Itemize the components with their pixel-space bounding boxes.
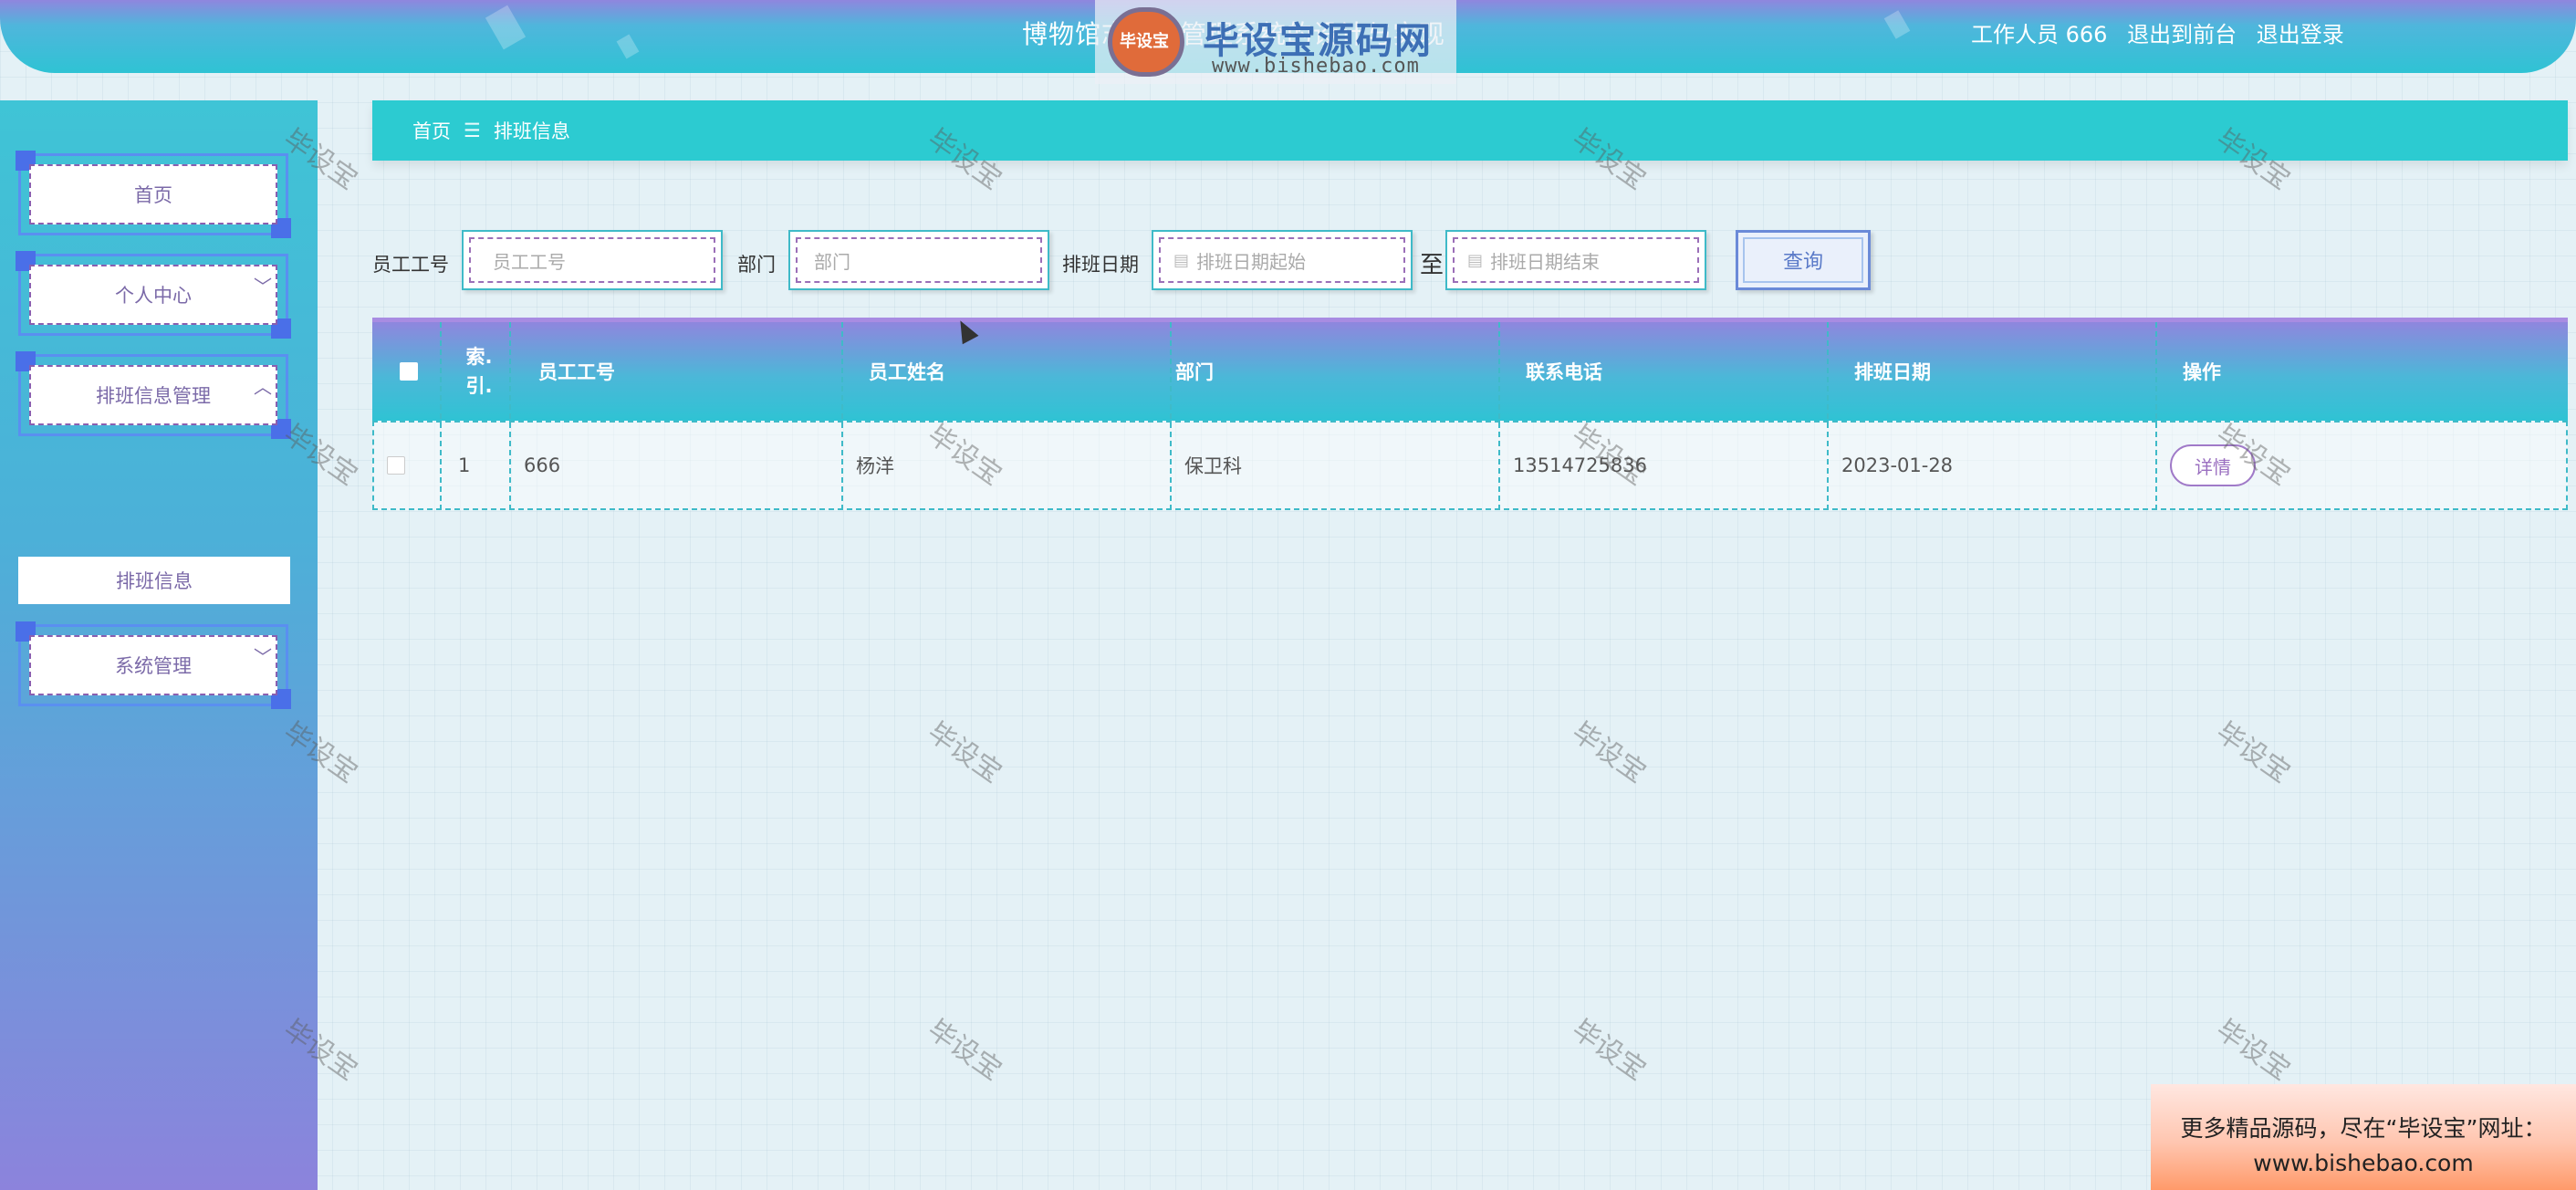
watermark-text: 毕设宝 — [1566, 715, 1652, 790]
watermark-text: 毕设宝 — [1566, 1013, 1652, 1088]
department-label: 部门 — [737, 254, 776, 276]
chevron-down-icon: ﹀ — [254, 646, 272, 668]
cell-schedule-date: 2023-01-28 — [1841, 454, 1954, 476]
date-range-separator: 至 — [1420, 252, 1444, 279]
employee-no-input[interactable]: 员工工号 — [469, 237, 715, 283]
column-divider — [1498, 322, 1500, 510]
header-actions: 操作 — [2183, 361, 2221, 383]
sidebar-item-home[interactable]: 首页 — [16, 151, 291, 238]
table-header — [372, 322, 2568, 421]
schedule-table: 索. 引. 员工工号 员工姓名 部门 联系电话 排班日期 操作 1 666 杨洋… — [372, 318, 2568, 510]
sidebar-subitem-schedule-info[interactable]: 排班信息 — [18, 557, 290, 604]
cell-employee-no: 666 — [524, 454, 561, 476]
header-employee-name: 员工姓名 — [869, 361, 945, 383]
calendar-icon: ▤ — [1173, 250, 1190, 270]
search-form: 员工工号 员工工号 部门 部门 排班日期 ▤ 排班日期起始 至 ▤ 排班日期结束… — [372, 230, 1924, 294]
department-field[interactable]: 部门 — [788, 230, 1049, 290]
header-index-line: 引. — [465, 375, 493, 397]
watermark-text: 毕设宝 — [2210, 715, 2296, 790]
sidebar: 首页 个人中心 ﹀ 排班信息管理 ︿ 排班信息 系统管理 ﹀ — [0, 100, 318, 1190]
watermark-logo: 毕设宝 毕设宝源码网 www.bishebao.com — [1095, 0, 1456, 84]
date-label: 排班日期 — [1062, 254, 1139, 276]
sidebar-item-system-management[interactable]: 系统管理 ﹀ — [16, 621, 291, 709]
logo-url: www.bishebao.com — [1212, 55, 1420, 78]
calendar-icon: ▤ — [1467, 250, 1484, 270]
header-department: 部门 — [1175, 361, 1214, 383]
watermark-text: 毕设宝 — [922, 715, 1007, 790]
promo-line-1: 更多精品源码，尽在“毕设宝”网址： — [2180, 1115, 2547, 1142]
watermark-text: 毕设宝 — [922, 1013, 1007, 1088]
chevron-down-icon: ﹀ — [254, 276, 272, 298]
employee-no-field[interactable]: 员工工号 — [462, 230, 723, 290]
breadcrumb: 首页 ☰ 排班信息 — [372, 100, 2568, 161]
sidebar-item-label: 个人中心 — [29, 265, 277, 325]
cell-employee-name: 杨洋 — [856, 455, 894, 477]
column-divider — [1827, 322, 1829, 510]
employee-no-label: 员工工号 — [372, 254, 449, 276]
logo-emblem-icon: 毕设宝 — [1108, 7, 1184, 77]
watermark-text: 毕设宝 — [2210, 1013, 2296, 1088]
header-user-area: 工作人员 666 退出到前台 退出登录 — [1971, 16, 2357, 48]
header-decoration — [616, 34, 640, 59]
sidebar-item-schedule-management[interactable]: 排班信息管理 ︿ — [16, 351, 291, 439]
header-employee-no: 员工工号 — [538, 361, 615, 383]
cell-index: 1 — [458, 454, 471, 476]
sidebar-item-personal-center[interactable]: 个人中心 ﹀ — [16, 251, 291, 339]
detail-button[interactable]: 详情 — [2170, 444, 2256, 486]
query-button[interactable]: 查询 — [1736, 230, 1871, 290]
logo-emblem-text: 毕设宝 — [1120, 32, 1169, 51]
header-phone: 联系电话 — [1526, 361, 1602, 383]
promo-banner: 更多精品源码，尽在“毕设宝”网址： www.bishebao.com — [2151, 1084, 2576, 1190]
date-start-input[interactable]: ▤ 排班日期起始 — [1159, 237, 1405, 283]
breadcrumb-home[interactable]: 首页 — [412, 117, 451, 144]
department-input[interactable]: 部门 — [796, 237, 1042, 283]
user-label: 工作人员 666 — [1971, 22, 2108, 47]
select-all-checkbox[interactable] — [400, 322, 418, 421]
header-index-line: 索. — [465, 346, 493, 368]
to-frontend-link[interactable]: 退出到前台 — [2127, 22, 2237, 47]
menu-icon: ☰ — [464, 120, 481, 141]
column-divider — [440, 322, 442, 510]
header-schedule-date: 排班日期 — [1854, 361, 1931, 383]
date-end-field[interactable]: ▤ 排班日期结束 — [1445, 230, 1706, 290]
date-end-placeholder: 排班日期结束 — [1490, 250, 1601, 273]
promo-line-2: www.bishebao.com — [2253, 1150, 2474, 1176]
column-divider — [841, 322, 843, 510]
cell-department: 保卫科 — [1184, 455, 1242, 477]
query-button-label: 查询 — [1743, 237, 1863, 283]
sidebar-item-label: 首页 — [29, 164, 277, 224]
header-index: 索. 引. — [465, 322, 493, 421]
column-divider — [2155, 322, 2157, 510]
header-decoration — [485, 5, 527, 50]
breadcrumb-current: 排班信息 — [493, 120, 570, 142]
column-divider — [1170, 322, 1172, 510]
column-divider — [509, 322, 511, 510]
checkbox-icon — [387, 456, 405, 475]
logout-link[interactable]: 退出登录 — [2257, 22, 2344, 47]
date-start-field[interactable]: ▤ 排班日期起始 — [1152, 230, 1413, 290]
sidebar-item-label: 排班信息管理 — [29, 365, 277, 425]
cell-phone: 13514725836 — [1513, 454, 1647, 476]
date-end-input[interactable]: ▤ 排班日期结束 — [1453, 237, 1699, 283]
date-start-placeholder: 排班日期起始 — [1196, 250, 1307, 273]
row-checkbox[interactable] — [387, 421, 405, 510]
chevron-up-icon: ︿ — [254, 376, 272, 398]
cell-actions: 详情 — [2170, 421, 2256, 510]
header-decoration — [1883, 10, 1911, 39]
sidebar-item-label: 系统管理 — [29, 635, 277, 695]
checkbox-icon — [400, 362, 418, 381]
